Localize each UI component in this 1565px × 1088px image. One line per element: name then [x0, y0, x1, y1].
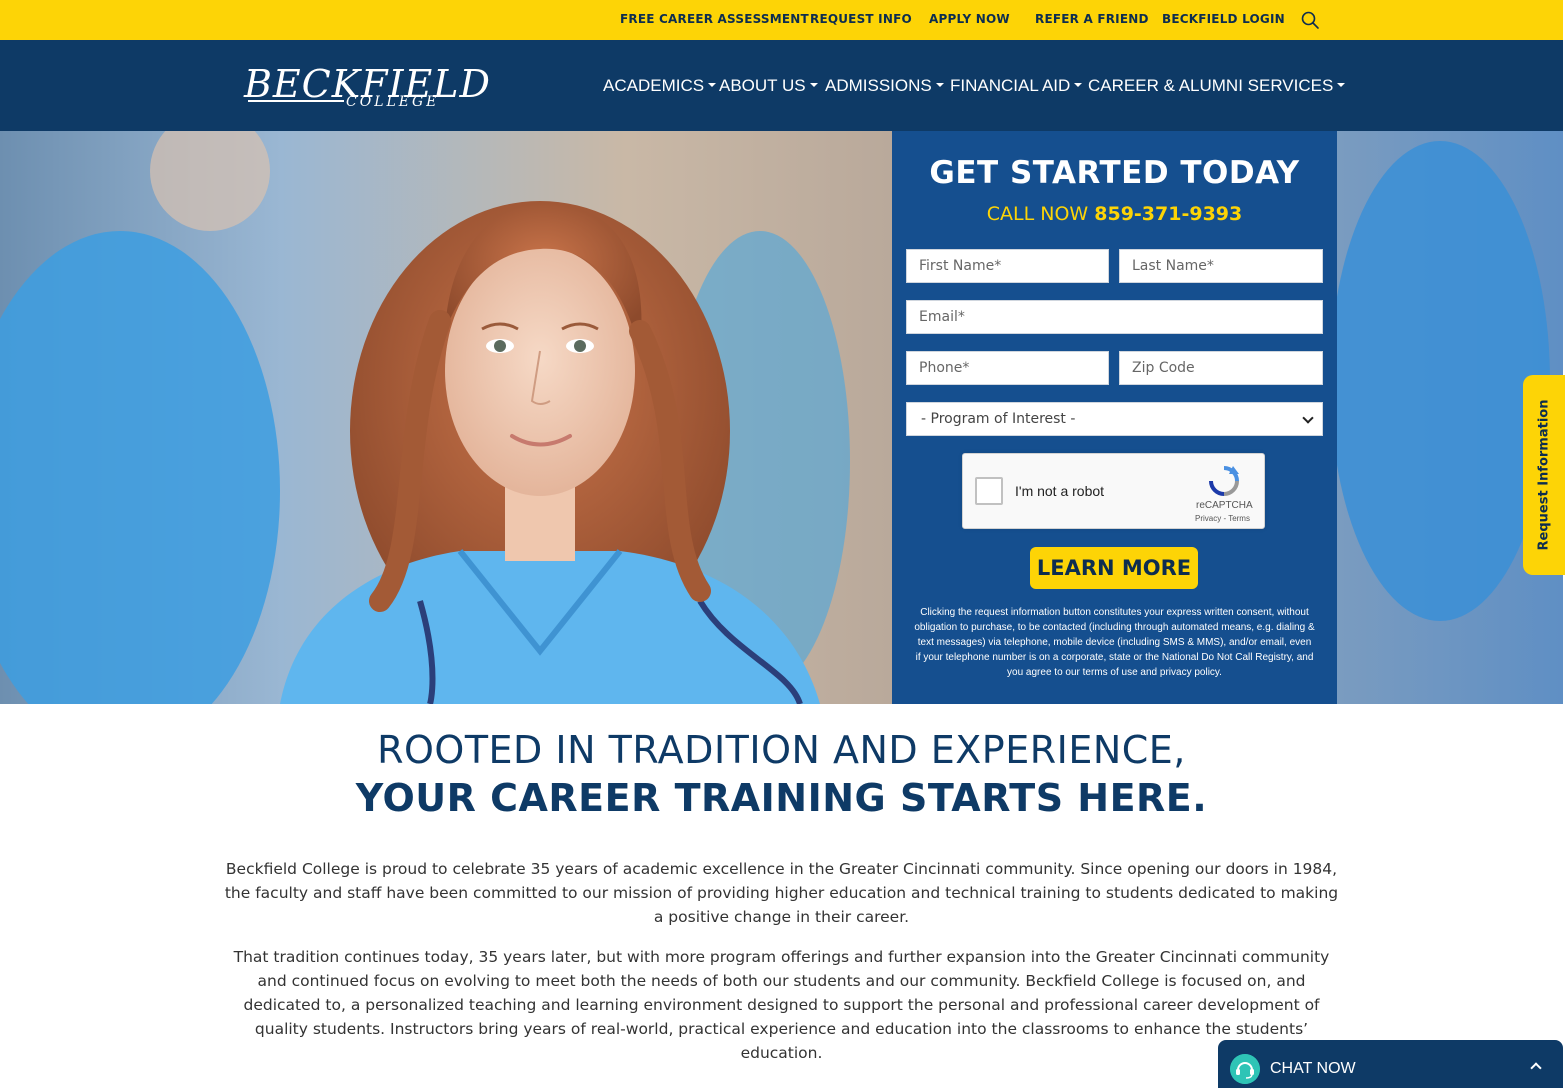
nav-item-label: ADMISSIONS [825, 76, 932, 95]
program-select-value: - Program of Interest - [921, 411, 1076, 427]
phone-number-link[interactable]: 859-371-9393 [1094, 203, 1242, 225]
utility-link-free-career-assessment[interactable]: FREE CAREER ASSESSMENT [620, 12, 809, 26]
consent-disclaimer: Clicking the request information button … [914, 607, 1315, 678]
learn-more-button[interactable]: LEARN MORE [1030, 547, 1198, 589]
nav-item-financial-aid[interactable]: FINANCIAL AID [950, 76, 1083, 96]
nav-item-label: FINANCIAL AID [950, 76, 1071, 95]
nav-item-label: ABOUT US [719, 76, 806, 95]
recaptcha-label: I'm not a robot [1015, 483, 1105, 499]
beckfield-logo[interactable]: BECKFIELD COLLEGE [244, 64, 490, 112]
intro-paragraph-1: Beckfield College is proud to celebrate … [224, 860, 1339, 926]
request-information-label: Request Information [1536, 399, 1552, 551]
recaptcha-checkbox[interactable] [975, 477, 1003, 505]
recaptcha-privacy-terms[interactable]: Privacy - Terms [1195, 514, 1250, 523]
caret-down-icon [809, 82, 818, 87]
nav-item-label: CAREER & ALUMNI SERVICES [1088, 76, 1334, 95]
program-of-interest-select[interactable]: - Program of Interest - [906, 402, 1323, 436]
lead-form-panel: GET STARTED TODAY CALL NOW 859-371-9393 … [892, 131, 1337, 704]
caret-down-icon [935, 82, 944, 87]
first-name-field[interactable] [906, 249, 1109, 283]
recaptcha-widget: I'm not a robot reCAPTCHA Privacy - Term… [962, 453, 1265, 529]
headline-line-1: ROOTED IN TRADITION AND EXPERIENCE, [377, 728, 1186, 772]
chat-now-widget[interactable]: CHAT NOW [1218, 1040, 1563, 1088]
main-nav: BECKFIELD COLLEGE ACADEMICS ABOUT US ADM… [0, 40, 1563, 131]
caret-down-icon [1074, 82, 1083, 87]
call-now-label: CALL NOW [986, 203, 1089, 225]
nav-item-academics[interactable]: ACADEMICS [603, 76, 717, 96]
form-title: GET STARTED TODAY [929, 155, 1300, 191]
request-information-tab[interactable]: Request Information [1523, 375, 1565, 575]
last-name-field[interactable] [1119, 249, 1323, 283]
chat-support-icon [1230, 1054, 1260, 1084]
caret-down-icon [708, 82, 717, 87]
headline-line-2: YOUR CAREER TRAINING STARTS HERE. [355, 776, 1208, 820]
logo-subtitle: COLLEGE [346, 94, 440, 110]
form-call-line: CALL NOW 859-371-9393 [892, 203, 1337, 225]
utility-link-apply-now[interactable]: APPLY NOW [929, 12, 1010, 26]
chevron-up-icon[interactable] [1530, 1062, 1542, 1074]
caret-down-icon [1337, 82, 1346, 87]
intro-paragraph-2: That tradition continues today, 35 years… [233, 948, 1330, 1062]
phone-field[interactable] [906, 351, 1109, 385]
email-field[interactable] [906, 300, 1323, 334]
utility-link-refer-a-friend[interactable]: REFER A FRIEND [1035, 12, 1149, 26]
chevron-down-icon [1302, 412, 1314, 424]
zip-code-field[interactable] [1119, 351, 1323, 385]
utility-link-request-info[interactable]: REQUEST INFO [810, 12, 912, 26]
nav-item-admissions[interactable]: ADMISSIONS [825, 76, 944, 96]
recaptcha-brand: reCAPTCHA [1196, 500, 1253, 511]
recaptcha-logo-icon [1209, 466, 1239, 496]
chat-now-label: CHAT NOW [1270, 1060, 1356, 1077]
search-icon[interactable] [1300, 10, 1320, 30]
logo-rule [248, 100, 344, 102]
utility-bar: FREE CAREER ASSESSMENT REQUEST INFO APPL… [0, 0, 1563, 40]
utility-link-beckfield-login[interactable]: BECKFIELD LOGIN [1162, 12, 1285, 26]
nav-item-about-us[interactable]: ABOUT US [719, 76, 818, 96]
nav-item-label: ACADEMICS [603, 76, 705, 95]
nav-item-career-alumni-services[interactable]: CAREER & ALUMNI SERVICES [1088, 76, 1346, 96]
